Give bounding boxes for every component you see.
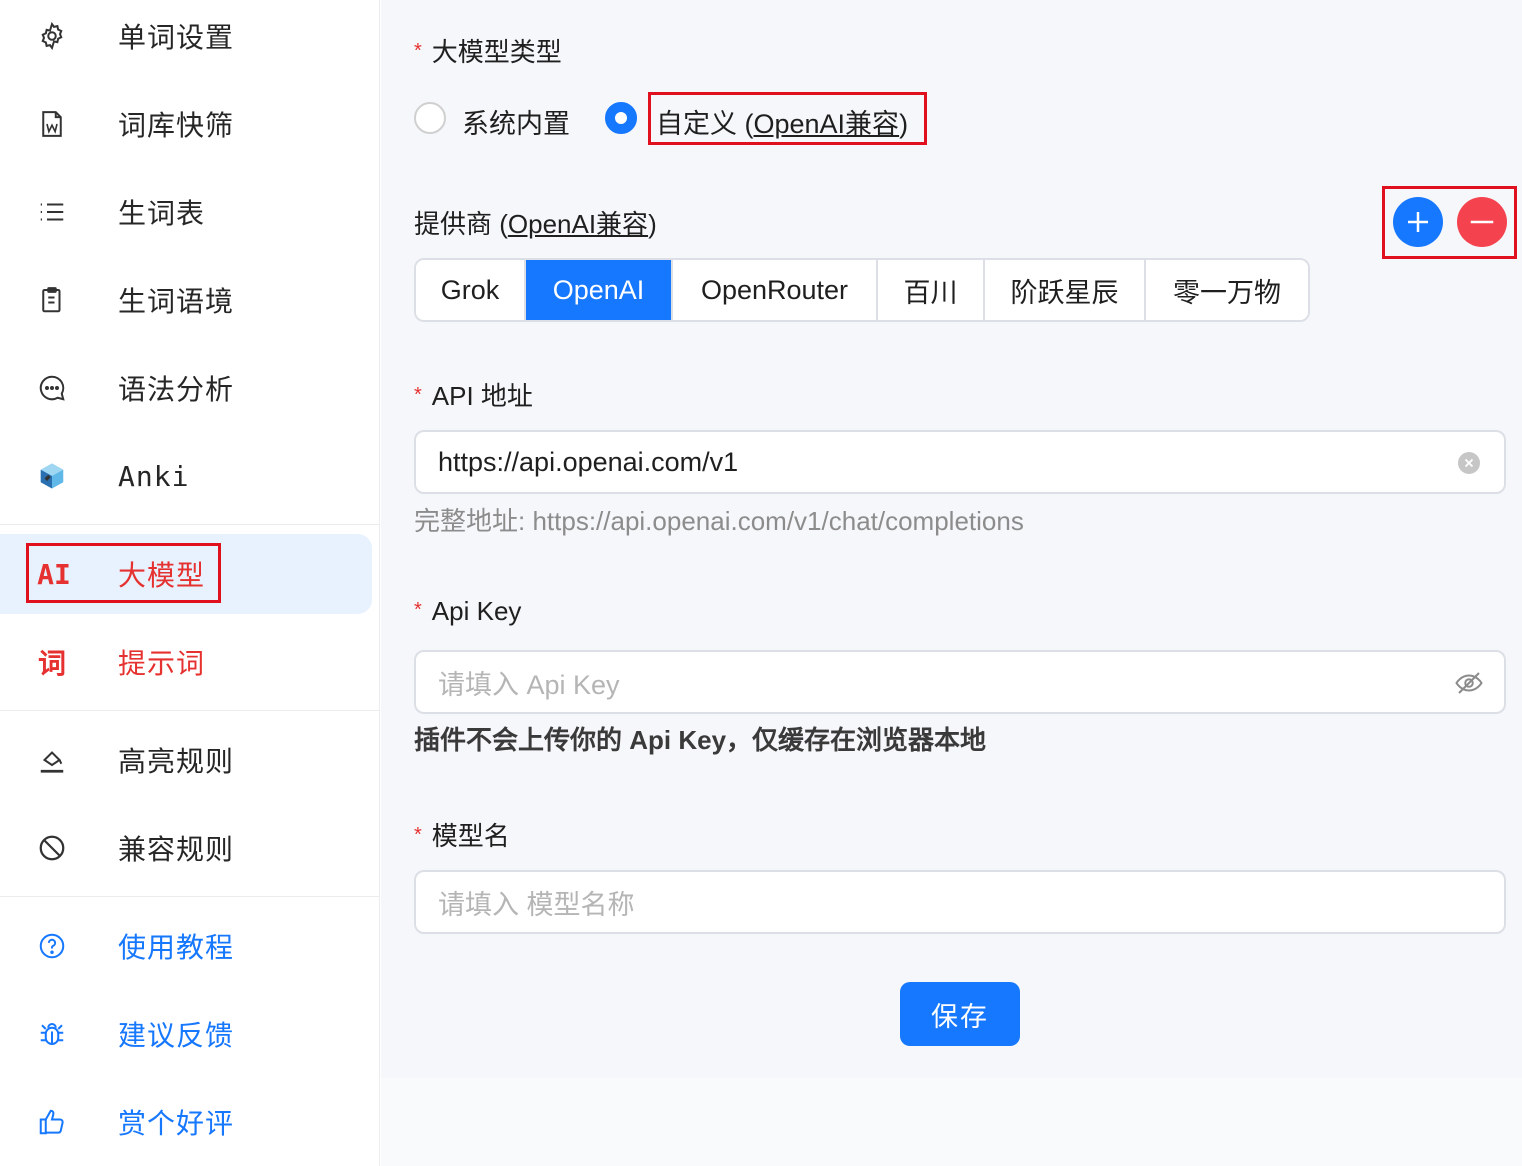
api-key-label: * Api Key [414, 596, 521, 627]
sidebar-item-label: 兼容规则 [118, 834, 235, 865]
sidebar-item-label: 高亮规则 [118, 746, 235, 777]
sidebar-item-tutorial[interactable]: 使用教程 [0, 906, 372, 986]
bug-icon [36, 1018, 68, 1050]
anki-logo-icon [36, 460, 68, 492]
sidebar-item-word-context[interactable]: 生词语境 [0, 260, 372, 340]
sidebar-item-word-list[interactable]: 生词表 [0, 172, 372, 252]
radio-system-builtin[interactable] [414, 102, 446, 134]
sidebar-divider [0, 524, 380, 525]
sidebar-item-label: 语法分析 [118, 374, 235, 405]
sidebar-item-label: 建议反馈 [118, 1020, 235, 1051]
provider-openai-compat-link[interactable]: OpenAI兼容 [508, 209, 648, 239]
sidebar-item-label: Anki [118, 459, 190, 493]
required-mark: * [414, 824, 422, 846]
highlight-box-custom-radio [648, 92, 927, 145]
api-key-placeholder: 请填入 Api Key [438, 669, 620, 700]
api-url-hint: 完整地址: https://api.openai.com/v1/chat/com… [414, 506, 1024, 536]
model-type-label: * 大模型类型 [414, 32, 562, 69]
provider-option-stepfun[interactable]: 阶跃星辰 [985, 260, 1146, 320]
provider-option-openrouter[interactable]: OpenRouter [673, 260, 878, 320]
sidebar-divider [0, 896, 380, 897]
highlight-box-llm [26, 543, 221, 603]
required-mark: * [414, 599, 422, 621]
sidebar-item-label: 生词语境 [118, 286, 235, 317]
sidebar: 单词设置 词库快筛 生词表 生词语境 语法分析 Anki AI 大模型 词 提示… [0, 0, 380, 1166]
provider-option-openai[interactable]: OpenAI [526, 260, 673, 320]
provider-option-grok[interactable]: Grok [416, 260, 526, 320]
sidebar-item-label: 使用教程 [118, 932, 235, 963]
clear-icon[interactable] [1454, 448, 1484, 478]
list-icon [36, 196, 68, 228]
model-type-label-text: 大模型类型 [431, 37, 562, 67]
api-url-value: https://api.openai.com/v1 [438, 446, 739, 477]
chat-bubble-icon [36, 372, 68, 404]
sidebar-item-compat-rules[interactable]: 兼容规则 [0, 808, 372, 888]
help-circle-icon [36, 930, 68, 962]
api-key-input[interactable]: 请填入 Api Key [414, 650, 1506, 714]
sidebar-item-label: 赏个好评 [118, 1108, 235, 1139]
word-document-icon [36, 108, 68, 140]
api-url-input[interactable]: https://api.openai.com/v1 [414, 430, 1506, 494]
sidebar-item-label: 词库快筛 [118, 110, 235, 141]
prompt-icon: 词 [37, 647, 66, 680]
api-url-label: * API 地址 [414, 376, 533, 413]
main-panel-footer-area [381, 1078, 1522, 1166]
sidebar-item-highlight-rules[interactable]: 高亮规则 [0, 720, 372, 800]
sidebar-item-rate[interactable]: 赏个好评 [0, 1082, 372, 1162]
sidebar-item-vocab-filter[interactable]: 词库快筛 [0, 84, 372, 164]
radio-system-builtin-label[interactable]: 系统内置 [462, 102, 570, 141]
sidebar-divider [0, 710, 380, 711]
thumbs-up-icon [36, 1106, 68, 1138]
radio-custom-openai[interactable] [605, 102, 637, 134]
model-name-input[interactable]: 请填入 模型名称 [414, 870, 1506, 934]
sidebar-item-feedback[interactable]: 建议反馈 [0, 994, 372, 1074]
block-icon [36, 832, 68, 864]
sidebar-item-label: 生词表 [118, 198, 206, 229]
eye-off-icon[interactable] [1454, 668, 1484, 698]
sidebar-item-prompt[interactable]: 词 提示词 [0, 622, 372, 702]
provider-segmented-control: Grok OpenAI OpenRouter 百川 阶跃星辰 零一万物 [414, 258, 1310, 322]
highlight-box-provider-buttons [1382, 186, 1517, 259]
api-key-privacy-note: 插件不会上传你的 Api Key，仅缓存在浏览器本地 [414, 725, 987, 755]
api-url-label-text: API 地址 [431, 381, 533, 411]
provider-option-01ai[interactable]: 零一万物 [1146, 260, 1308, 320]
provider-label-suffix: ) [648, 209, 657, 239]
sidebar-item-label: 提示词 [118, 648, 206, 679]
save-button[interactable]: 保存 [900, 982, 1020, 1046]
model-name-placeholder: 请填入 模型名称 [438, 889, 635, 920]
sidebar-item-label: 单词设置 [118, 22, 235, 53]
highlighter-icon [36, 744, 68, 776]
sidebar-item-anki[interactable]: Anki [0, 436, 372, 516]
api-key-label-text: Api Key [431, 596, 522, 626]
model-name-label-text: 模型名 [431, 821, 510, 851]
required-mark: * [414, 384, 422, 406]
provider-label-prefix: 提供商 ( [414, 209, 508, 239]
sidebar-item-grammar[interactable]: 语法分析 [0, 348, 372, 428]
required-mark: * [414, 40, 422, 62]
model-name-label: * 模型名 [414, 816, 510, 853]
provider-label: 提供商 (OpenAI兼容) [414, 204, 657, 241]
gear-icon [36, 20, 68, 52]
sidebar-item-word-settings[interactable]: 单词设置 [0, 0, 372, 76]
clipboard-icon [36, 284, 68, 316]
provider-option-baichuan[interactable]: 百川 [878, 260, 985, 320]
